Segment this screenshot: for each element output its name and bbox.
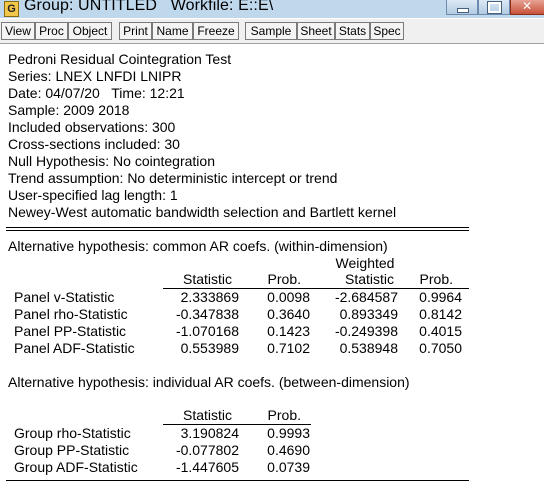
- between-title: Alternative hypothesis: individual AR co…: [8, 374, 410, 390]
- col-prob: Prob.: [267, 271, 301, 287]
- maximize-icon[interactable]: [478, 0, 510, 15]
- null-hypothesis-line: Null Hypothesis: No cointegration: [8, 153, 215, 169]
- row-stat: -1.447605: [175, 459, 239, 475]
- row-stat: -0.347838: [175, 306, 239, 322]
- row-wprob: 0.4015: [419, 323, 462, 339]
- row-stat: -1.070168: [175, 323, 239, 339]
- object-button[interactable]: Object: [68, 22, 112, 40]
- view-button[interactable]: View: [1, 22, 35, 40]
- bandwidth-line: Newey-West automatic bandwidth selection…: [8, 204, 397, 220]
- double-rule-top: [6, 227, 469, 228]
- row-wprob: 0.8142: [419, 306, 462, 322]
- col-statistic: Statistic: [182, 407, 232, 423]
- row-name: Group ADF-Statistic: [14, 459, 138, 475]
- minimize-icon[interactable]: [446, 0, 478, 15]
- lag-length-line: User-specified lag length: 1: [8, 187, 178, 203]
- row-prob: 0.3640: [267, 306, 310, 322]
- group-object-icon: G: [4, 1, 19, 17]
- col-weighted-statistic: Statistic: [344, 271, 394, 287]
- row-stat: -0.077802: [175, 442, 239, 458]
- row-prob: 0.1423: [267, 323, 310, 339]
- row-prob: 0.0098: [267, 289, 310, 305]
- row-wstat: 0.538948: [339, 340, 398, 356]
- row-wstat: -2.684587: [334, 289, 398, 305]
- window-title-bar[interactable]: G Group: UNTITLED Workfile: E::E\: [0, 0, 544, 18]
- spec-button[interactable]: Spec: [370, 22, 404, 40]
- row-prob: 0.7102: [267, 340, 310, 356]
- weighted-label: Weighted: [335, 255, 395, 271]
- row-wprob: 0.9964: [419, 289, 462, 305]
- row-stat: 2.333869: [180, 289, 239, 305]
- print-button[interactable]: Print: [119, 22, 152, 40]
- freeze-button[interactable]: Freeze: [193, 22, 239, 40]
- close-icon[interactable]: [510, 0, 544, 15]
- series-line: Series: LNEX LNFDI LNIPR: [8, 68, 182, 84]
- stats-button[interactable]: Stats: [335, 22, 370, 40]
- row-stat: 0.553989: [180, 340, 239, 356]
- row-name: Panel rho-Statistic: [14, 306, 128, 322]
- row-prob: 0.9993: [267, 425, 310, 441]
- within-title: Alternative hypothesis: common AR coefs.…: [8, 238, 388, 254]
- row-prob: 0.0739: [267, 459, 310, 475]
- row-name: Group rho-Statistic: [14, 425, 131, 441]
- sheet-button[interactable]: Sheet: [297, 22, 335, 40]
- row-wstat: 0.893349: [339, 306, 398, 322]
- row-wstat: -0.249398: [334, 323, 398, 339]
- date-line: Date: 04/07/20 Time: 12:21: [8, 85, 185, 101]
- proc-button[interactable]: Proc: [35, 22, 68, 40]
- col-statistic: Statistic: [182, 271, 232, 287]
- col-weighted-prob: Prob.: [419, 271, 453, 287]
- row-prob: 0.4690: [267, 442, 310, 458]
- row-wprob: 0.7050: [419, 340, 462, 356]
- row-name: Panel ADF-Statistic: [14, 340, 135, 356]
- trend-line: Trend assumption: No deterministic inter…: [8, 170, 338, 186]
- observations-line: Included observations: 300: [8, 119, 176, 135]
- test-title: Pedroni Residual Cointegration Test: [8, 51, 232, 67]
- row-stat: 3.190824: [180, 425, 239, 441]
- row-name: Group PP-Statistic: [14, 442, 130, 458]
- sample-button[interactable]: Sample: [245, 22, 297, 40]
- col-prob: Prob.: [267, 407, 301, 423]
- test-output-table: Pedroni Residual Cointegration Test Seri…: [0, 45, 544, 485]
- object-toolbar: View Proc Object Print Name Freeze Sampl…: [0, 19, 544, 44]
- cross-sections-line: Cross-sections included: 30: [8, 136, 180, 152]
- sample-line: Sample: 2009 2018: [8, 102, 130, 118]
- double-rule-bottom: [6, 230, 469, 231]
- name-button[interactable]: Name: [152, 22, 193, 40]
- window-title: Group: UNTITLED Workfile: E::E\: [24, 0, 274, 14]
- table-bottom-rule: [6, 480, 469, 481]
- row-name: Panel PP-Statistic: [14, 323, 127, 339]
- row-name: Panel v-Statistic: [14, 289, 115, 305]
